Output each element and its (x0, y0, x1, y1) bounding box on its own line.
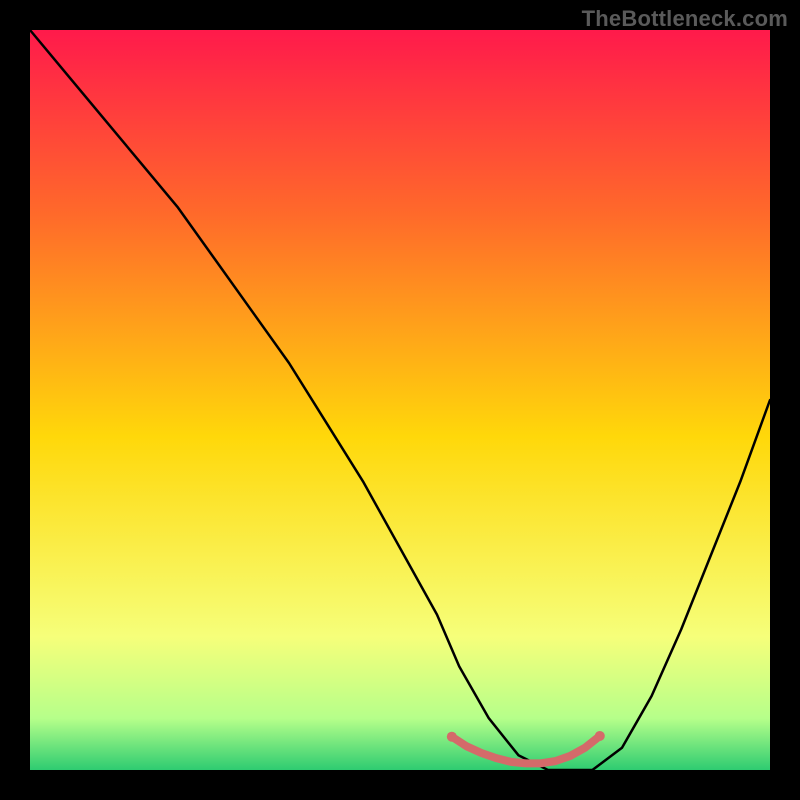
chart-frame: { "watermark": "TheBottleneck.com", "cha… (0, 0, 800, 800)
plot-gradient-background (30, 30, 770, 770)
optimal-range-end-dot (595, 731, 605, 741)
watermark-text: TheBottleneck.com (582, 6, 788, 32)
bottleneck-chart (0, 0, 800, 800)
optimal-range-start-dot (447, 732, 457, 742)
